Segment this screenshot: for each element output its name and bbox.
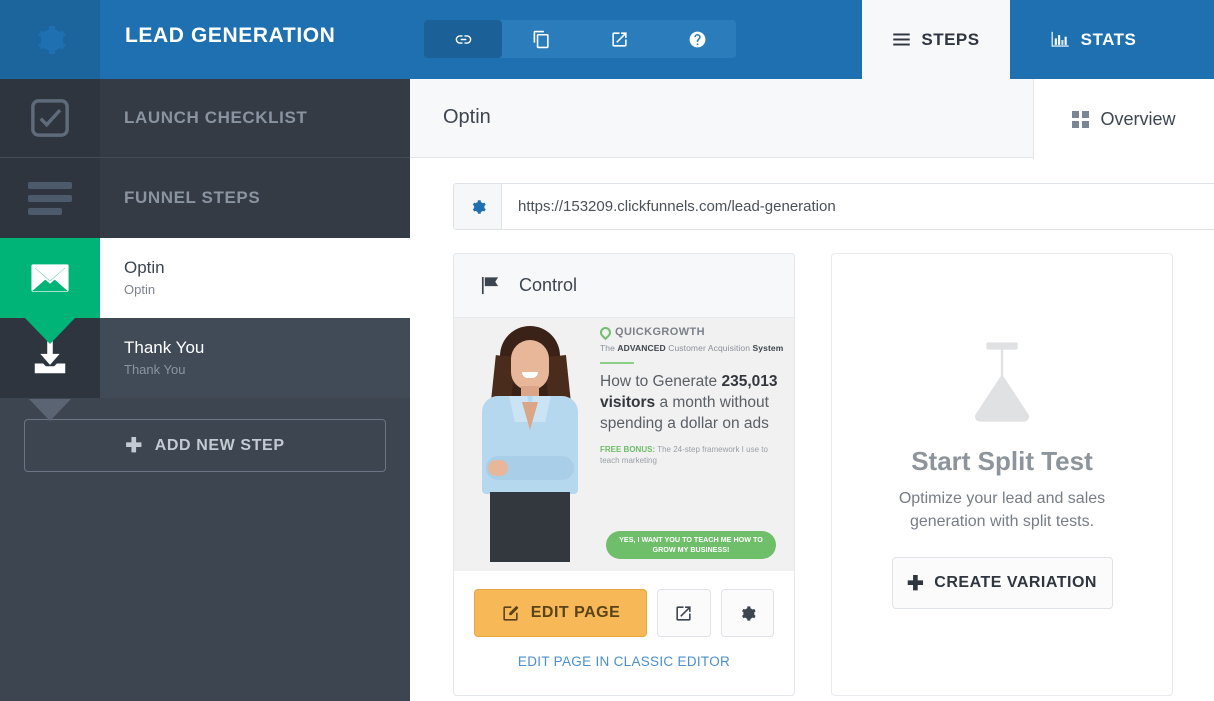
thank-you-title: Thank You [124, 338, 205, 357]
download-tray-icon [34, 341, 66, 374]
sidebar-item-launch-checklist[interactable]: LAUNCH CHECKLIST [0, 79, 410, 158]
create-variation-label: CREATE VARIATION [934, 574, 1097, 591]
thank-you-text-group: Thank You Thank You [100, 337, 204, 379]
sidebar-step-thank-you[interactable]: Thank You Thank You [0, 318, 410, 398]
thumbnail-bonus: FREE BONUS: The 24-step framework I use … [600, 445, 768, 465]
funnel-url-input[interactable] [501, 183, 1214, 230]
sidebar: LAUNCH CHECKLIST FUNNEL STEPS Optin Opti… [0, 79, 410, 701]
step-connector-arrow-active [25, 318, 75, 344]
page-title: Optin [443, 106, 491, 128]
page-thumbnail[interactable]: QUICKGROWTH The ADVANCED Customer Acquis… [454, 318, 794, 571]
split-test-description: Optimize your lead and sales generation … [898, 490, 1106, 530]
envelope-icon [31, 264, 69, 292]
share-link-button[interactable] [424, 20, 502, 58]
top-header: LEAD GENERATION STEPS STATS [0, 0, 1214, 79]
control-card-header: Control [454, 254, 794, 318]
thumbnail-headline: How to Generate 235,013 visitors a month… [600, 373, 778, 432]
flask-icon-wrap [963, 340, 1041, 424]
control-card-title: Control [519, 275, 578, 295]
clickfunnels-app: LEAD GENERATION STEPS STATS LAUNCH CHECK… [0, 0, 1214, 701]
step-connector-arrow [29, 399, 71, 421]
thumbnail-divider [600, 362, 634, 364]
thumbnail-brand: QUICKGROWTH [597, 324, 786, 340]
gear-icon [741, 605, 756, 621]
tab-steps[interactable]: STEPS [862, 0, 1010, 79]
content-panel: Optin Overview Control [410, 79, 1214, 701]
thank-you-subtitle: Thank You [124, 362, 186, 377]
funnel-title: LEAD GENERATION [125, 24, 336, 47]
thumbnail-copy: QUICKGROWTH The ADVANCED Customer Acquis… [597, 324, 786, 466]
thumbnail-cta-button: YES, I WANT YOU TO TEACH ME HOW TO GROW … [606, 531, 776, 559]
add-step-plus-icon: ✚ [125, 434, 143, 457]
thumbnail-brand-name: QUICKGROWTH [615, 326, 705, 338]
funnel-url-row [453, 183, 1214, 230]
menu-bars-icon [28, 181, 72, 215]
split-test-card: Start Split Test Optimize your lead and … [831, 253, 1173, 696]
external-link-icon [611, 31, 627, 47]
edit-page-classic-editor-link[interactable]: EDIT PAGE IN CLASSIC EDITOR [454, 654, 794, 669]
flag-icon [481, 276, 499, 295]
open-funnel-button[interactable] [580, 20, 658, 58]
preview-page-button[interactable] [657, 589, 711, 637]
checkbox-check-icon [31, 99, 69, 137]
url-settings-button[interactable] [453, 183, 501, 230]
edit-page-button[interactable]: EDIT PAGE [474, 589, 648, 637]
duplicate-funnel-button[interactable] [502, 20, 580, 58]
pencil-square-icon [503, 605, 518, 621]
launch-checklist-label: LAUNCH CHECKLIST [124, 108, 308, 127]
external-link-icon [676, 605, 691, 621]
control-card-actions: EDIT PAGE [454, 571, 794, 637]
page-settings-button[interactable] [720, 589, 774, 637]
header-tool-group [424, 20, 736, 58]
funnel-steps-label: FUNNEL STEPS [124, 188, 261, 207]
tab-stats[interactable]: STATS [1010, 0, 1176, 79]
split-test-title: Start Split Test [911, 446, 1093, 476]
funnel-steps-icon-cell [0, 158, 100, 238]
launch-checklist-icon-cell [0, 79, 100, 157]
grid-icon [1072, 110, 1090, 128]
add-new-step-wrap: ✚ ADD NEW STEP [0, 419, 410, 472]
sidebar-item-funnel-steps[interactable]: FUNNEL STEPS [0, 158, 410, 238]
create-variation-button[interactable]: ✚ CREATE VARIATION [891, 557, 1113, 609]
tab-steps-label: STEPS [921, 29, 980, 49]
optin-icon-cell [0, 238, 100, 318]
create-variation-plus-icon: ✚ [907, 572, 925, 595]
add-new-step-button[interactable]: ✚ ADD NEW STEP [24, 419, 386, 472]
tab-overview[interactable]: Overview [1033, 79, 1214, 159]
sidebar-footer-area [0, 535, 410, 701]
leaf-icon [597, 324, 614, 340]
optin-title: Optin [124, 258, 165, 277]
optin-subtitle: Optin [124, 282, 156, 297]
add-new-step-label: ADD NEW STEP [154, 436, 285, 454]
bar-chart-icon [1051, 31, 1069, 47]
hamburger-icon [893, 33, 911, 46]
tab-stats-label: STATS [1080, 29, 1137, 49]
tab-overview-label: Overview [1100, 108, 1176, 129]
help-button[interactable] [658, 20, 736, 58]
thumbnail-person-image [464, 324, 594, 562]
copy-icon [533, 30, 549, 48]
app-logo-tile[interactable] [0, 0, 100, 79]
sidebar-step-optin[interactable]: Optin Optin [0, 238, 410, 318]
control-variation-card: Control QUICKGROWTH The ADVANCED Custome… [453, 253, 795, 696]
gear-icon [472, 199, 486, 214]
link-icon [455, 34, 471, 44]
gear-icon [38, 25, 66, 54]
thumbnail-tagline: The ADVANCED Customer Acquisition System [600, 343, 784, 353]
help-circle-icon [689, 31, 705, 47]
edit-page-label: EDIT PAGE [530, 604, 621, 621]
flask-icon [974, 342, 1030, 422]
optin-text-group: Optin Optin [100, 257, 165, 299]
